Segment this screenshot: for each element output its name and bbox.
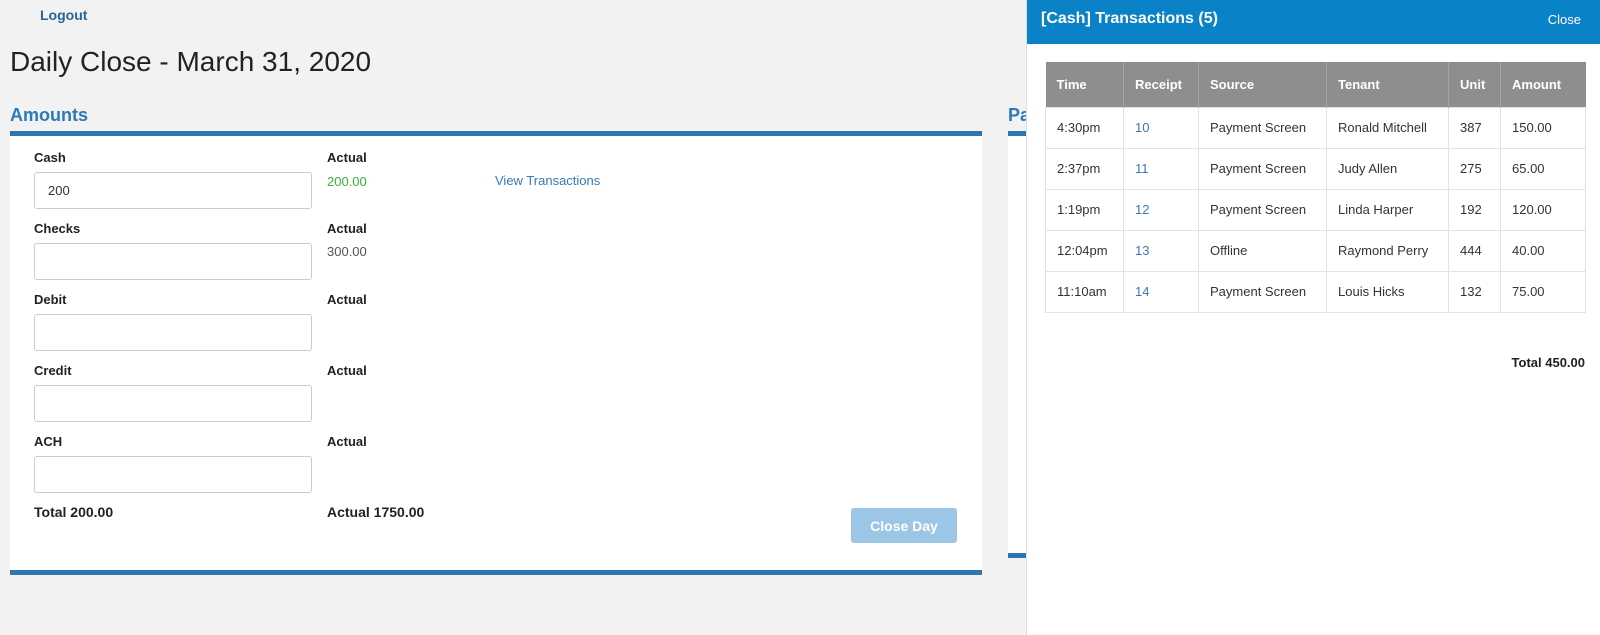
transactions-table: Time Receipt Source Tenant Unit Amount 4… [1045, 62, 1586, 313]
cell-time: 11:10am [1045, 270, 1124, 313]
ach-input[interactable] [34, 456, 312, 493]
cell-unit: 387 [1448, 106, 1501, 149]
credit-label: Credit [34, 363, 72, 378]
drawer-title: [Cash] Transactions (5) [1041, 10, 1218, 27]
checks-actual-label: Actual [327, 221, 367, 236]
cell-unit: 275 [1448, 147, 1501, 190]
receipt-link[interactable]: 14 [1135, 284, 1149, 299]
cash-actual-value: 200.00 [327, 174, 367, 189]
table-row: 11:10am 14 Payment Screen Louis Hicks 13… [1045, 270, 1586, 313]
debit-actual-label: Actual [327, 292, 367, 307]
cell-receipt: 14 [1123, 270, 1199, 313]
checks-label: Checks [34, 221, 81, 236]
cell-amount: 40.00 [1500, 229, 1586, 272]
drawer-header: [Cash] Transactions (5) Close [1027, 0, 1600, 44]
cell-time: 2:37pm [1045, 147, 1124, 190]
amounts-panel: Cash Actual 200.00 View Transactions Che… [10, 131, 982, 575]
table-row: 4:30pm 10 Payment Screen Ronald Mitchell… [1045, 106, 1586, 149]
actual-total: Actual 1750.00 [327, 504, 425, 520]
table-row: 12:04pm 13 Offline Raymond Perry 444 40.… [1045, 229, 1586, 272]
credit-input[interactable] [34, 385, 312, 422]
column-header-tenant[interactable]: Tenant [1326, 62, 1449, 107]
amounts-section-title: Amounts [10, 105, 88, 125]
cell-source: Offline [1198, 229, 1327, 272]
table-row: 1:19pm 12 Payment Screen Linda Harper 19… [1045, 188, 1586, 231]
ach-actual-label: Actual [327, 434, 367, 449]
transactions-total: Total 450.00 [1511, 355, 1585, 370]
cell-tenant: Ronald Mitchell [1326, 106, 1449, 149]
cell-tenant: Linda Harper [1326, 188, 1449, 231]
credit-actual-label: Actual [327, 363, 367, 378]
ach-label: ACH [34, 434, 63, 449]
cell-amount: 65.00 [1500, 147, 1586, 190]
cell-time: 1:19pm [1045, 188, 1124, 231]
cell-tenant: Raymond Perry [1326, 229, 1449, 272]
receipt-link[interactable]: 12 [1135, 202, 1149, 217]
cell-source: Payment Screen [1198, 147, 1327, 190]
receipt-link[interactable]: 11 [1135, 161, 1149, 176]
checks-input[interactable] [34, 243, 312, 280]
cell-source: Payment Screen [1198, 188, 1327, 231]
column-header-time[interactable]: Time [1045, 62, 1124, 107]
column-header-source[interactable]: Source [1198, 62, 1327, 107]
drawer-close-button[interactable]: Close [1548, 12, 1581, 27]
cell-amount: 75.00 [1500, 270, 1586, 313]
cash-input[interactable] [34, 172, 312, 209]
cell-amount: 150.00 [1500, 106, 1586, 149]
checks-actual-value: 300.00 [327, 244, 367, 259]
transactions-drawer: [Cash] Transactions (5) Close Time Recei… [1026, 0, 1600, 635]
view-transactions-link[interactable]: View Transactions [495, 173, 600, 188]
cell-amount: 120.00 [1500, 188, 1586, 231]
table-row: 2:37pm 11 Payment Screen Judy Allen 275 … [1045, 147, 1586, 190]
cell-receipt: 13 [1123, 229, 1199, 272]
column-header-unit[interactable]: Unit [1448, 62, 1501, 107]
close-day-button[interactable]: Close Day [851, 508, 957, 543]
debit-input[interactable] [34, 314, 312, 351]
cell-unit: 192 [1448, 188, 1501, 231]
cell-time: 4:30pm [1045, 106, 1124, 149]
column-header-amount[interactable]: Amount [1500, 62, 1586, 107]
cell-unit: 444 [1448, 229, 1501, 272]
table-header-row: Time Receipt Source Tenant Unit Amount [1045, 62, 1586, 107]
debit-label: Debit [34, 292, 67, 307]
amounts-total: Total 200.00 [34, 504, 114, 520]
cell-tenant: Louis Hicks [1326, 270, 1449, 313]
cell-source: Payment Screen [1198, 106, 1327, 149]
cell-source: Payment Screen [1198, 270, 1327, 313]
cash-actual-label: Actual [327, 150, 367, 165]
cell-time: 12:04pm [1045, 229, 1124, 272]
cell-receipt: 11 [1123, 147, 1199, 190]
column-header-receipt[interactable]: Receipt [1123, 62, 1199, 107]
cash-label: Cash [34, 150, 66, 165]
receipt-link[interactable]: 10 [1135, 120, 1149, 135]
second-panel [1008, 131, 1026, 558]
receipt-link[interactable]: 13 [1135, 243, 1149, 258]
cell-receipt: 12 [1123, 188, 1199, 231]
cell-receipt: 10 [1123, 106, 1199, 149]
logout-link[interactable]: Logout [40, 7, 87, 23]
page-title: Daily Close - March 31, 2020 [10, 46, 372, 77]
cell-unit: 132 [1448, 270, 1501, 313]
cell-tenant: Judy Allen [1326, 147, 1449, 190]
